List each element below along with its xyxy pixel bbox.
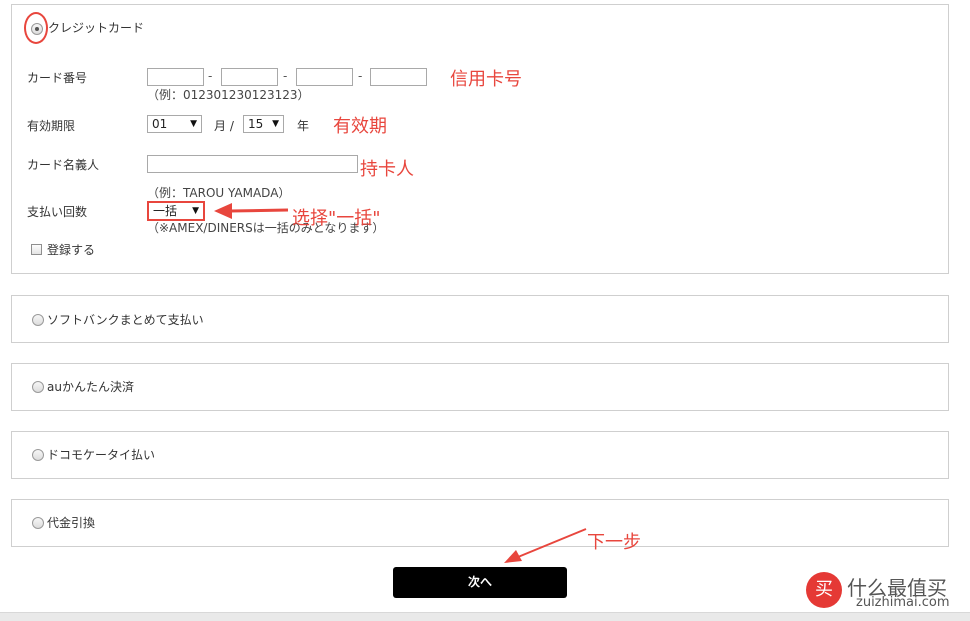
expiry-month-select[interactable]: 01 ▼: [147, 115, 202, 133]
annotation-next-step: 下一步: [587, 532, 641, 553]
card-number-dash-1: -: [208, 69, 213, 83]
annotation-holder: 持卡人: [360, 159, 414, 180]
card-number-input-2[interactable]: [221, 68, 278, 86]
watermark-url: zuizhimai.com: [856, 595, 950, 610]
card-number-dash-3: -: [358, 69, 363, 83]
cod-label: 代金引換: [47, 516, 96, 530]
next-button[interactable]: 次へ: [393, 567, 567, 598]
card-number-input-4[interactable]: [370, 68, 427, 86]
docomo-label: ドコモケータイ払い: [47, 448, 156, 462]
register-checkbox[interactable]: [31, 244, 42, 255]
register-label: 登録する: [47, 243, 96, 257]
expiry-year-unit: 年: [297, 119, 310, 133]
au-panel[interactable]: [11, 363, 949, 411]
cod-panel[interactable]: [11, 499, 949, 547]
watermark-badge: 买: [806, 572, 842, 608]
expiry-month-value: 01: [152, 117, 168, 131]
expiry-year-select[interactable]: 15 ▼: [243, 115, 284, 133]
au-label: auかんたん決済: [47, 380, 134, 394]
card-number-hint: （例：012301230123123）: [147, 88, 310, 102]
installments-value: 一括: [153, 204, 178, 218]
card-number-dash-2: -: [283, 69, 288, 83]
expiry-year-value: 15: [248, 117, 264, 131]
chevron-down-icon: ▼: [272, 119, 279, 129]
card-number-input-3[interactable]: [296, 68, 353, 86]
card-holder-hint: （例：TAROU YAMADA）: [147, 186, 291, 200]
credit-card-radio[interactable]: [31, 23, 43, 35]
annotation-arrow-next: [504, 528, 587, 563]
cod-radio[interactable]: [32, 517, 44, 529]
card-number-label: カード番号: [27, 71, 88, 85]
expiry-label: 有効期限: [27, 119, 76, 133]
annotation-expiry: 有效期: [333, 116, 387, 137]
au-radio[interactable]: [32, 381, 44, 393]
annotation-installments: 选择"一括": [292, 208, 381, 229]
card-holder-label: カード名義人: [27, 158, 100, 172]
softbank-label: ソフトバンクまとめて支払い: [47, 313, 204, 327]
installments-select[interactable]: 一括 ▼: [147, 201, 205, 221]
annotation-arrow-installments: [214, 203, 289, 219]
chevron-down-icon: ▼: [190, 119, 197, 129]
card-number-input-1[interactable]: [147, 68, 204, 86]
docomo-radio[interactable]: [32, 449, 44, 461]
annotation-card-number: 信用卡号: [450, 69, 522, 90]
credit-card-label: クレジットカード: [48, 21, 145, 35]
installments-label: 支払い回数: [27, 205, 88, 219]
softbank-radio[interactable]: [32, 314, 44, 326]
chevron-down-icon: ▼: [192, 206, 199, 216]
expiry-month-unit: 月 /: [214, 119, 234, 133]
card-holder-input[interactable]: [147, 155, 358, 173]
